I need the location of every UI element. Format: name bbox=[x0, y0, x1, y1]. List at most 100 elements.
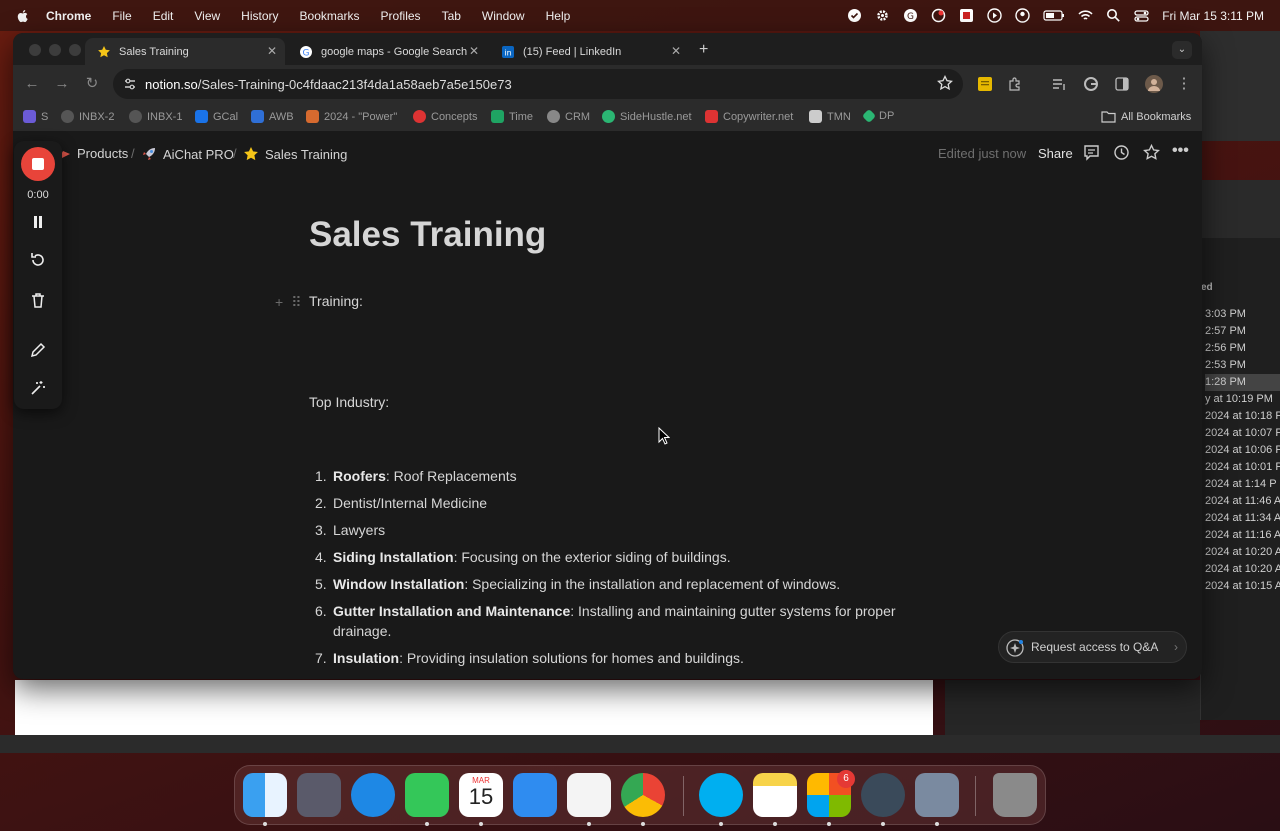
menu-bookmarks[interactable]: Bookmarks bbox=[300, 9, 360, 23]
messages-icon[interactable] bbox=[405, 773, 449, 817]
list-item[interactable]: 1. Roofers: Roof Replacements bbox=[309, 466, 909, 486]
close-tab-icon[interactable]: ✕ bbox=[267, 44, 277, 58]
close-tab-icon[interactable]: ✕ bbox=[469, 44, 479, 58]
menu-window[interactable]: Window bbox=[482, 9, 525, 23]
bookmark-s[interactable]: S bbox=[23, 110, 48, 123]
list-item[interactable]: 6. Gutter Installation and Maintenance: I… bbox=[309, 601, 909, 641]
freeform-icon[interactable] bbox=[567, 773, 611, 817]
list-item[interactable]: 2024 at 10:07 P bbox=[1205, 425, 1280, 442]
site-settings-icon[interactable] bbox=[123, 77, 137, 91]
list-item[interactable]: 2024 at 10:20 A bbox=[1205, 561, 1280, 578]
list-item[interactable]: 2024 at 1:14 P bbox=[1205, 476, 1280, 493]
stop-recording-button[interactable] bbox=[21, 147, 55, 181]
magic-wand-icon[interactable] bbox=[29, 379, 47, 397]
menu-file[interactable]: File bbox=[112, 9, 131, 23]
history-clock-icon[interactable] bbox=[1113, 144, 1130, 161]
minimize-window-button[interactable] bbox=[49, 44, 61, 56]
bookmark-2024-power[interactable]: 2024 - "Power" bbox=[306, 110, 397, 123]
share-button[interactable]: Share bbox=[1038, 146, 1073, 161]
reading-list-icon[interactable] bbox=[1051, 76, 1067, 92]
menubar-datetime[interactable]: Fri Mar 15 3:11 PM bbox=[1162, 9, 1264, 23]
trash-icon[interactable] bbox=[29, 291, 47, 309]
profile-avatar[interactable] bbox=[1145, 75, 1163, 93]
list-item-selected[interactable]: 1:28 PM bbox=[1205, 374, 1280, 391]
bookmark-sidehustle[interactable]: SideHustle.net bbox=[602, 110, 692, 123]
trash-icon[interactable] bbox=[993, 773, 1037, 817]
tab-search-chevron-icon[interactable]: ⌄ bbox=[1172, 41, 1192, 59]
preview-icon[interactable] bbox=[915, 773, 959, 817]
checkmark-status-icon[interactable] bbox=[847, 8, 862, 23]
skype-icon[interactable] bbox=[699, 773, 743, 817]
bookmark-inbx-1[interactable]: INBX-1 bbox=[129, 110, 182, 123]
user-status-icon[interactable] bbox=[1015, 8, 1030, 23]
forward-arrow-icon[interactable]: → bbox=[53, 75, 71, 93]
play-status-icon[interactable] bbox=[987, 8, 1002, 23]
tab-linkedin[interactable]: in (15) Feed | LinkedIn ✕ bbox=[489, 38, 689, 65]
top-industry-paragraph[interactable]: Top Industry: bbox=[309, 394, 389, 410]
menu-tab[interactable]: Tab bbox=[442, 9, 461, 23]
list-item[interactable]: 2:53 PM bbox=[1205, 357, 1280, 374]
bookmark-dp[interactable]: DP bbox=[861, 108, 894, 124]
battery-icon[interactable] bbox=[1043, 8, 1065, 23]
apple-icon[interactable] bbox=[16, 9, 30, 23]
bookmark-copywriter[interactable]: Copywriter.net bbox=[705, 110, 793, 123]
address-bar[interactable]: notion.so/Sales-Training-0c4fdaac213f4da… bbox=[113, 69, 963, 99]
list-item[interactable]: 3:03 PM bbox=[1205, 306, 1280, 323]
menu-view[interactable]: View bbox=[194, 9, 220, 23]
reload-icon[interactable]: ↻ bbox=[83, 75, 101, 93]
search-icon[interactable] bbox=[1106, 8, 1121, 23]
breadcrumb-products[interactable]: Products bbox=[57, 146, 128, 161]
launchpad-icon[interactable] bbox=[297, 773, 341, 817]
menu-help[interactable]: Help bbox=[546, 9, 571, 23]
training-paragraph[interactable]: Training: bbox=[309, 293, 363, 309]
more-options-icon[interactable]: ⋮ bbox=[1175, 75, 1193, 93]
favorite-star-icon[interactable] bbox=[1143, 144, 1160, 161]
bookmark-awb[interactable]: AWB bbox=[251, 110, 294, 123]
new-tab-button[interactable]: + bbox=[699, 41, 708, 59]
bookmark-concepts[interactable]: Concepts bbox=[413, 110, 477, 123]
all-bookmarks[interactable]: All Bookmarks bbox=[1101, 110, 1191, 123]
bookmark-tmn[interactable]: TMN bbox=[809, 110, 851, 123]
control-center-icon[interactable] bbox=[1134, 8, 1149, 23]
list-item[interactable]: 2024 at 10:20 A bbox=[1205, 544, 1280, 561]
notes-icon[interactable] bbox=[753, 773, 797, 817]
quicktime-icon[interactable] bbox=[861, 773, 905, 817]
wifi-icon[interactable] bbox=[1078, 8, 1093, 23]
menubar-app-name[interactable]: Chrome bbox=[46, 9, 91, 23]
bookmark-crm[interactable]: CRM bbox=[547, 110, 590, 123]
list-item[interactable]: 2. Dentist/Internal Medicine bbox=[309, 493, 909, 513]
comments-icon[interactable] bbox=[1083, 144, 1100, 161]
list-item[interactable]: y at 10:19 PM bbox=[1205, 391, 1280, 408]
list-item[interactable]: 2024 at 10:15 A bbox=[1205, 578, 1280, 595]
back-arrow-icon[interactable]: ← bbox=[23, 75, 41, 93]
zoom-window-button[interactable] bbox=[69, 44, 81, 56]
breadcrumb-sales-training[interactable]: Sales Training bbox=[243, 146, 347, 162]
list-item[interactable]: 2024 at 10:01 P bbox=[1205, 459, 1280, 476]
list-item[interactable]: 7. Insulation: Providing insulation solut… bbox=[309, 648, 909, 668]
list-item[interactable]: 2:57 PM bbox=[1205, 323, 1280, 340]
g-status-icon[interactable]: G bbox=[903, 8, 918, 23]
menu-profiles[interactable]: Profiles bbox=[381, 9, 421, 23]
list-item[interactable]: 2024 at 11:16 A bbox=[1205, 527, 1280, 544]
breadcrumb-aichat-pro[interactable]: AiChat PRO bbox=[141, 146, 234, 162]
request-qa-access-button[interactable]: Request access to Q&A › bbox=[998, 631, 1187, 663]
list-item[interactable]: 2024 at 10:06 P bbox=[1205, 442, 1280, 459]
menu-edit[interactable]: Edit bbox=[153, 9, 174, 23]
bookmark-time[interactable]: Time bbox=[491, 110, 533, 123]
side-panel-icon[interactable] bbox=[1114, 76, 1130, 92]
menu-history[interactable]: History bbox=[241, 9, 278, 23]
pen-icon[interactable] bbox=[29, 341, 47, 359]
bookmark-inbx-2[interactable]: INBX-2 bbox=[61, 110, 114, 123]
record-status-icon[interactable] bbox=[931, 8, 946, 23]
tab-google-maps[interactable]: G google maps - Google Search ✕ bbox=[287, 38, 487, 65]
more-menu-icon[interactable]: ••• bbox=[1172, 142, 1189, 159]
grid-status-icon[interactable] bbox=[959, 8, 974, 23]
list-item[interactable]: 4. Siding Installation: Focusing on the e… bbox=[309, 547, 909, 567]
extensions-puzzle-icon[interactable] bbox=[1007, 76, 1023, 92]
drag-handle-icon[interactable]: ⠿ bbox=[291, 294, 301, 311]
finder-icon[interactable] bbox=[243, 773, 287, 817]
calendar-icon[interactable]: MAR 15 bbox=[459, 773, 503, 817]
pause-icon[interactable] bbox=[29, 213, 47, 231]
list-item[interactable]: 2024 at 10:18 P bbox=[1205, 408, 1280, 425]
gear-status-icon[interactable] bbox=[875, 8, 890, 23]
